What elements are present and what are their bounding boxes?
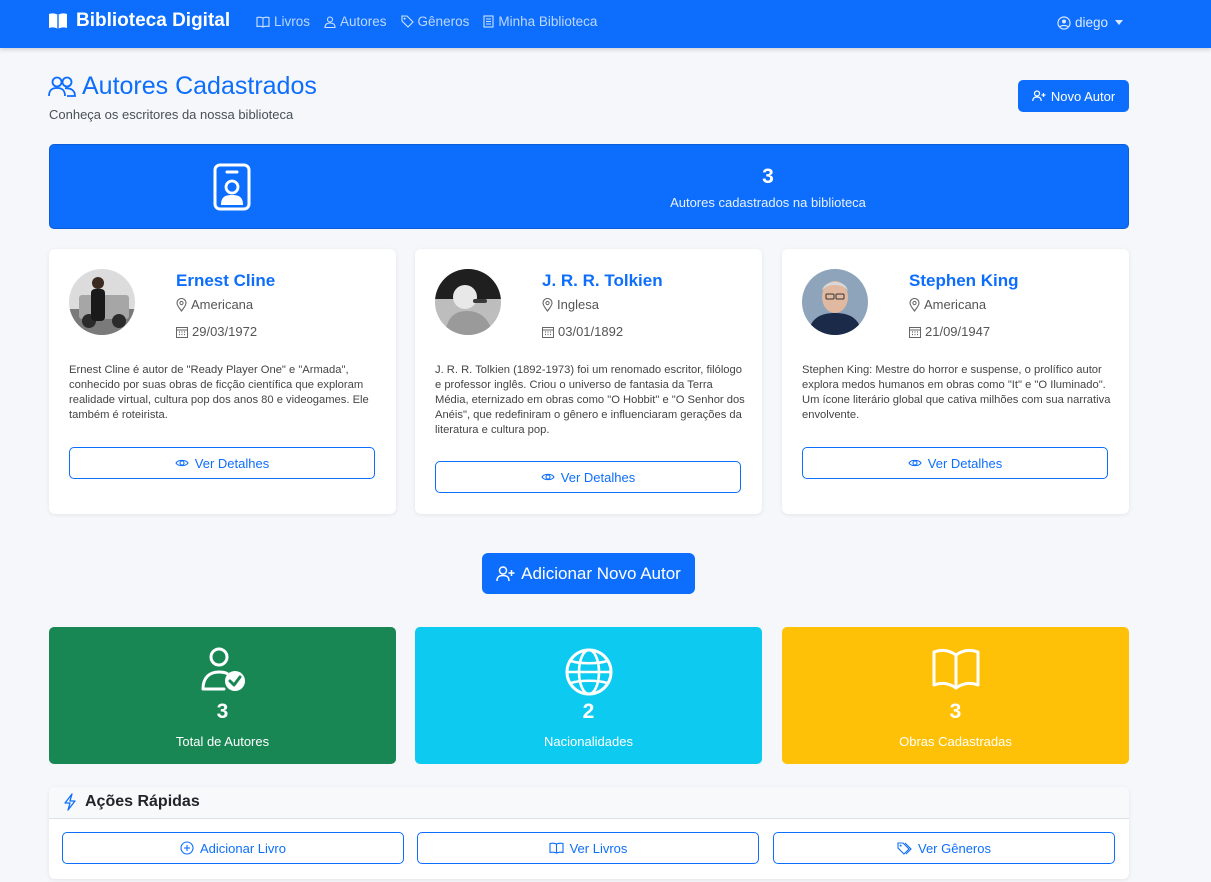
author-name[interactable]: J. R. R. Tolkien (542, 271, 663, 291)
person-check-icon (201, 647, 245, 691)
tags-icon (400, 15, 414, 28)
calendar-icon (176, 326, 188, 338)
brand-title: Biblioteca Digital (76, 10, 231, 31)
nav-item-label: Gêneros (417, 14, 470, 29)
eye-icon (541, 473, 555, 481)
brand-link[interactable]: Biblioteca Digital (48, 10, 230, 32)
page-subtitle: Conheça os escritores da nossa bibliotec… (49, 107, 294, 122)
location-pin-icon (909, 297, 920, 312)
page-title-text: Autores Cadastrados (82, 72, 317, 100)
author-birth-date-text: 03/01/1892 (558, 324, 624, 339)
user-name: diego (1074, 15, 1108, 30)
add-book-label: Adicionar Livro (200, 840, 286, 856)
author-nationality-text: Inglesa (557, 297, 599, 312)
quick-actions-panel: Ações Rápidas Adicionar Livro Ver Livros… (49, 787, 1129, 879)
person-icon (324, 15, 336, 28)
book-icon (49, 13, 67, 29)
author-avatar (69, 269, 135, 335)
view-details-button[interactable]: Ver Detalhes (69, 447, 375, 479)
banner-label: Autores cadastrados na biblioteca (670, 195, 866, 210)
stat-label: Nacionalidades (544, 734, 633, 749)
add-new-author-button[interactable]: Adicionar Novo Autor (482, 553, 695, 594)
author-birth-date-text: 29/03/1972 (192, 324, 258, 339)
nav-item-generos[interactable]: Gêneros (400, 14, 470, 29)
list-icon (483, 15, 494, 28)
author-nationality: Americana (176, 297, 253, 312)
view-details-label: Ver Detalhes (927, 455, 1003, 471)
stat-value: 3 (216, 700, 229, 723)
nav-item-livros[interactable]: Livros (256, 14, 310, 29)
author-bio: Ernest Cline é autor de "Ready Player On… (69, 364, 369, 421)
navbar: Biblioteca Digital Livros Autores Gênero… (0, 0, 1211, 48)
stat-nationalities: 2 Nacionalidades (415, 627, 762, 764)
author-birth-date: 21/09/1947 (909, 324, 990, 339)
nav-item-label: Livros (274, 14, 311, 29)
view-details-button[interactable]: Ver Detalhes (802, 447, 1108, 479)
location-pin-icon (176, 297, 187, 312)
view-details-label: Ver Detalhes (194, 455, 270, 471)
calendar-icon (909, 326, 921, 338)
view-genres-label: Ver Gêneros (918, 840, 991, 856)
quick-actions-title: Ações Rápidas (63, 793, 200, 811)
plus-circle-icon (180, 841, 194, 855)
tags-icon (897, 841, 912, 855)
banner-count: 3 (762, 165, 774, 188)
author-card-ernest-cline: Ernest Cline Americana 29/03/1972 Ernest… (49, 249, 396, 514)
new-author-button[interactable]: Novo Autor (1018, 80, 1129, 112)
user-menu[interactable]: diego (1057, 15, 1123, 30)
author-card-tolkien: J. R. R. Tolkien Inglesa 03/01/1892 J. R… (415, 249, 762, 514)
book-open-icon (932, 648, 980, 690)
view-details-label: Ver Detalhes (560, 469, 636, 485)
eye-icon (908, 459, 922, 467)
quick-actions-title-text: Ações Rápidas (85, 793, 200, 810)
author-nationality-text: Americana (191, 297, 254, 312)
user-circle-icon (1057, 15, 1071, 30)
nav-item-label: Autores (340, 14, 387, 29)
calendar-icon (542, 326, 554, 338)
author-avatar (802, 269, 868, 335)
author-name[interactable]: Stephen King (909, 271, 1019, 291)
author-birth-date: 03/01/1892 (542, 324, 623, 339)
add-book-button[interactable]: Adicionar Livro (62, 832, 404, 864)
author-name[interactable]: Ernest Cline (176, 271, 275, 291)
author-nationality: Americana (909, 297, 986, 312)
stat-value: 3 (949, 700, 962, 723)
author-nationality: Inglesa (542, 297, 599, 312)
author-bio: J. R. R. Tolkien (1892-1973) foi um reno… (435, 364, 745, 436)
nav-item-autores[interactable]: Autores (324, 14, 387, 29)
author-avatar (435, 269, 501, 335)
page-title: Autores Cadastrados (48, 72, 317, 101)
stat-label: Obras Cadastradas (899, 734, 1012, 749)
author-birth-date-text: 21/09/1947 (925, 324, 991, 339)
person-badge-icon (213, 163, 251, 211)
author-card-stephen-king: Stephen King Americana 21/09/1947 Stephe… (782, 249, 1129, 514)
add-new-author-label: Adicionar Novo Autor (521, 563, 681, 583)
view-books-button[interactable]: Ver Livros (417, 832, 759, 864)
book-icon (549, 842, 564, 854)
view-books-label: Ver Livros (569, 840, 628, 856)
globe-icon (565, 648, 613, 696)
lightning-icon (64, 793, 76, 811)
people-icon (48, 76, 76, 97)
eye-icon (175, 459, 189, 467)
author-nationality-text: Americana (924, 297, 987, 312)
quick-actions-header: Ações Rápidas (49, 787, 1129, 819)
stat-value: 2 (582, 700, 595, 723)
view-details-button[interactable]: Ver Detalhes (435, 461, 741, 493)
book-icon (256, 16, 270, 28)
chevron-down-icon (1115, 20, 1123, 25)
authors-count-banner: 3 Autores cadastrados na biblioteca (49, 144, 1129, 229)
new-author-label: Novo Autor (1050, 88, 1116, 104)
person-plus-icon (1032, 90, 1046, 102)
nav-item-label: Minha Biblioteca (498, 14, 598, 29)
stat-label: Total de Autores (175, 734, 270, 749)
stat-total-authors: 3 Total de Autores (49, 627, 396, 764)
view-genres-button[interactable]: Ver Gêneros (773, 832, 1115, 864)
author-bio: Stephen King: Mestre do horror e suspens… (802, 364, 1111, 421)
stat-works: 3 Obras Cadastradas (782, 627, 1129, 764)
location-pin-icon (542, 297, 553, 312)
nav-item-minha-biblioteca[interactable]: Minha Biblioteca (483, 14, 597, 29)
person-plus-icon (496, 565, 515, 581)
author-birth-date: 29/03/1972 (176, 324, 257, 339)
